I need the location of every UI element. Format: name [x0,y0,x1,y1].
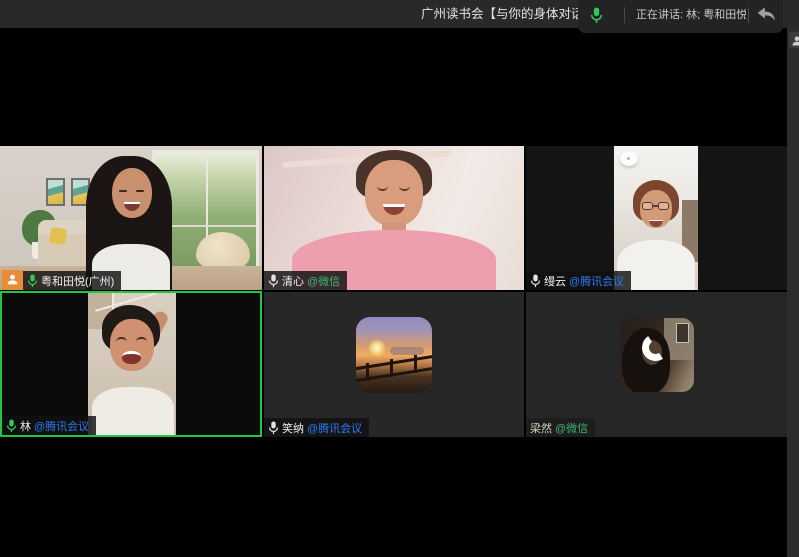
host-badge-icon [2,270,23,290]
video-tile-participant-4-active-speaker[interactable]: 林@腾讯会议 [0,291,262,437]
participant-name: 笑纳 [282,420,304,436]
name-label: 清心@微信 [264,271,347,290]
divider [624,7,625,23]
divider [748,7,749,23]
participant-icon[interactable] [789,32,799,48]
name-label: 梁然@微信 [526,418,595,437]
avatar-dim-portrait [620,318,694,392]
participant-name: 清心 [282,273,304,289]
participant-name: 梁然 [530,420,552,436]
mic-on-icon [6,419,17,433]
microphone-icon [590,7,603,24]
participant-name: 林 [20,418,31,434]
smoke-detector [620,151,638,166]
sun [368,339,386,357]
portrait-video [614,146,698,290]
portrait-video [88,293,176,435]
platform-suffix: @腾讯会议 [569,273,624,289]
name-label: 笑纳@腾讯会议 [264,418,369,437]
video-tile-participant-3[interactable]: 缦云@腾讯会议 [526,146,787,290]
participant-name: 缦云 [544,273,566,289]
platform-suffix: @微信 [555,420,588,436]
side-panel-edge[interactable] [787,28,799,557]
meeting-window: 广州读书会【与你的身体对话】 正在讲话: 林; 粤和田悦(广… [0,0,799,557]
platform-suffix: @腾讯会议 [34,418,89,434]
mic-on-icon [268,421,279,435]
platform-suffix: @腾讯会议 [307,420,362,436]
picture-frame [676,323,689,343]
reply-arrow-icon[interactable] [756,6,778,26]
top-bar: 广州读书会【与你的身体对话】 正在讲话: 林; 粤和田悦(广… [0,0,799,28]
video-tile-participant-1[interactable]: 粤和田悦(广州) [0,146,262,290]
mic-on-icon [27,274,38,288]
platform-suffix: @微信 [307,273,340,289]
name-label: 粤和田悦(广州) [23,271,121,290]
video-tile-participant-5[interactable]: 笑纳@腾讯会议 [264,292,524,437]
mic-on-icon [268,274,279,288]
speaking-status-panel: 正在讲话: 林; 粤和田悦(广… [578,0,783,33]
participant-name: 粤和田悦(广州) [41,273,114,289]
webcam-pink-room [264,146,524,290]
avatar-sunset [356,317,432,393]
name-label: 缦云@腾讯会议 [526,271,631,290]
mic-on-icon [530,274,541,288]
speaking-status-text: 正在讲话: 林; 粤和田悦(广… [636,0,746,31]
video-tile-participant-6[interactable]: 梁然@微信 [526,292,787,437]
meeting-title: 广州读书会【与你的身体对话】 [421,0,596,28]
name-label: 林@腾讯会议 [2,416,96,435]
video-tile-participant-2[interactable]: 清心@微信 [264,146,524,290]
virtual-background-living-room [0,146,262,290]
